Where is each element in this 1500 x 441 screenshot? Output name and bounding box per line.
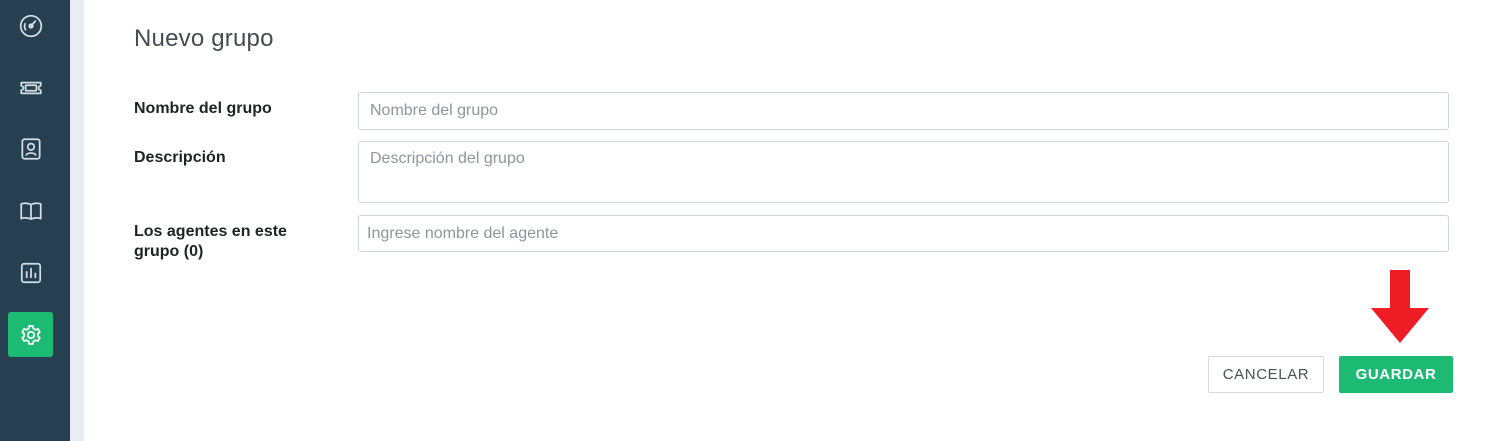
nav-tickets[interactable]	[8, 65, 53, 110]
group-name-label: Nombre del grupo	[134, 100, 272, 117]
nav-contacts[interactable]	[8, 126, 53, 171]
group-name-input[interactable]	[358, 92, 1449, 130]
page-title: Nuevo grupo	[134, 25, 274, 52]
book-icon	[19, 201, 42, 220]
cancel-button[interactable]: CANCELAR	[1208, 356, 1324, 393]
new-group-form: Nuevo grupo Nombre del grupo Descripción…	[84, 0, 1500, 441]
description-textarea[interactable]	[358, 141, 1449, 203]
nav-reports[interactable]	[8, 250, 53, 295]
sidebar-gutter	[70, 0, 84, 441]
agent-search-input[interactable]	[358, 215, 1449, 252]
dashboard-gauge-icon	[19, 14, 42, 37]
contact-card-icon	[20, 137, 41, 160]
red-arrow-down-icon	[1371, 270, 1429, 343]
nav-settings[interactable]	[8, 312, 53, 357]
save-button[interactable]: GUARDAR	[1339, 356, 1453, 393]
gear-icon	[20, 324, 41, 345]
nav-knowledge-base[interactable]	[8, 188, 53, 233]
nav-dashboard[interactable]	[8, 3, 53, 48]
sidebar	[0, 0, 70, 441]
description-label: Descripción	[134, 149, 226, 166]
bar-chart-icon	[20, 262, 41, 283]
agents-label: Los agentes en este grupo (0)	[134, 223, 287, 260]
ticket-icon	[19, 81, 42, 94]
